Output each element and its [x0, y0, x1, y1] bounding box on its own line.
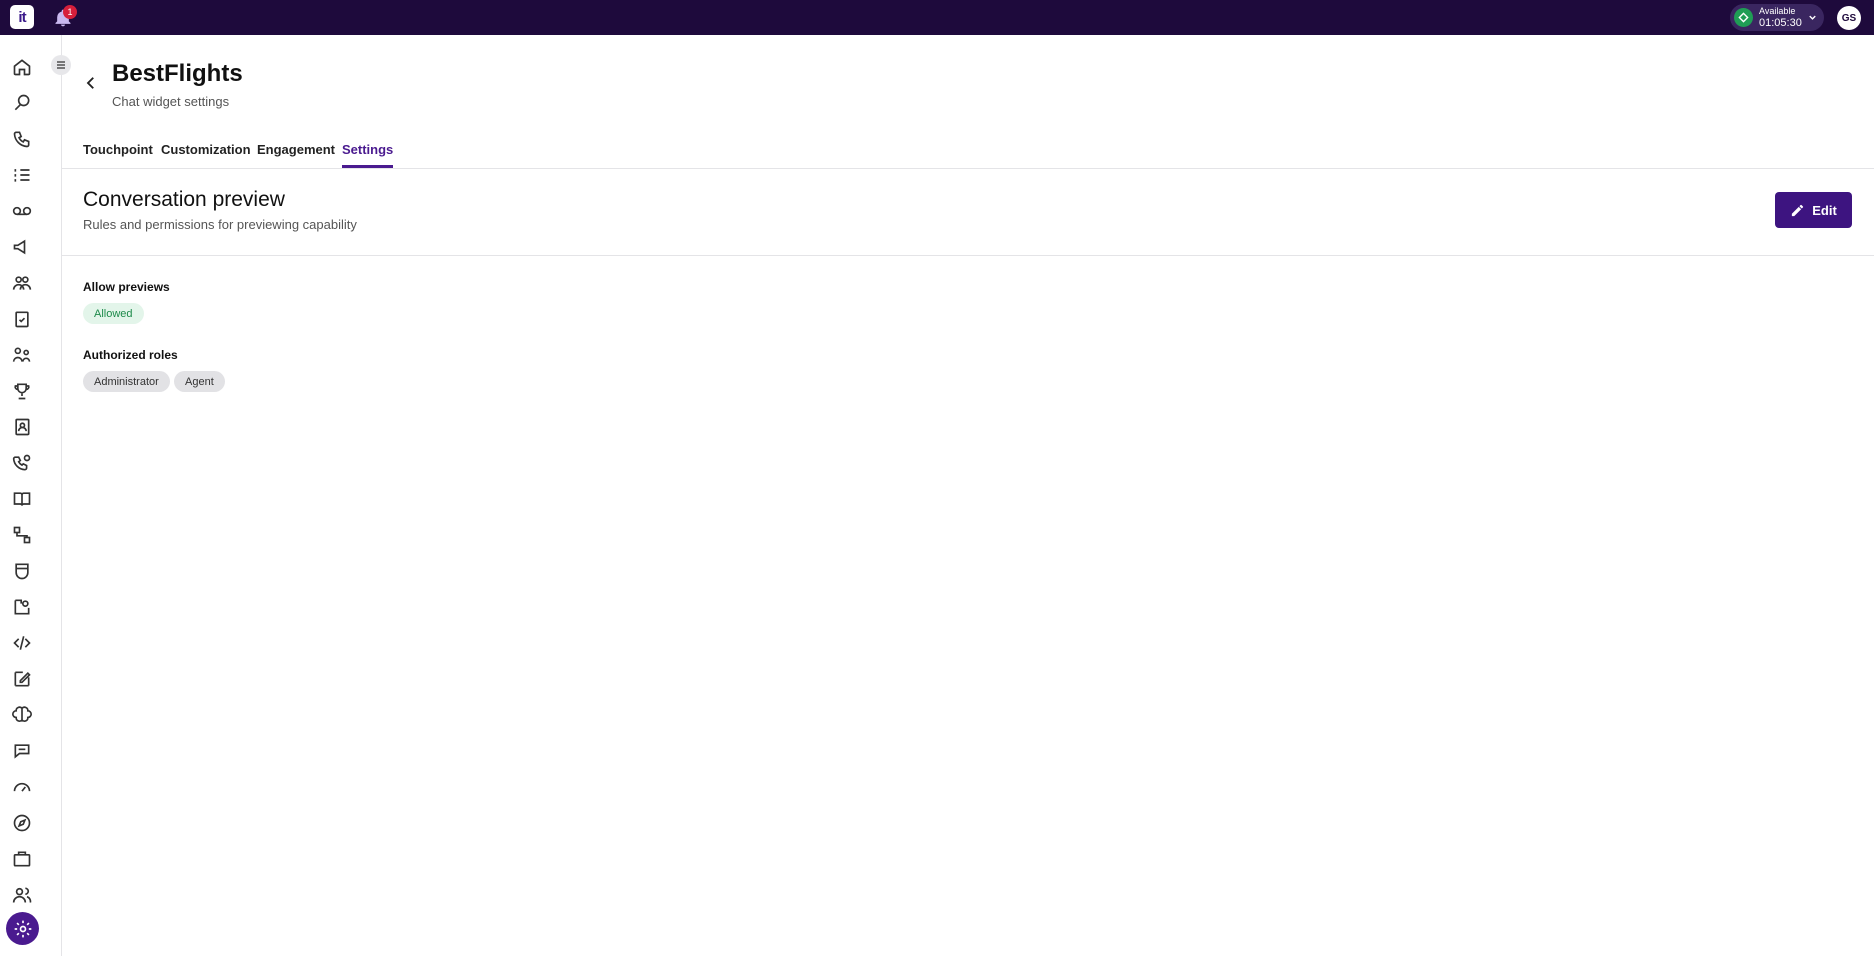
trophy-icon[interactable]	[10, 379, 34, 403]
users-icon[interactable]	[10, 883, 34, 907]
conversations-icon[interactable]	[10, 91, 34, 115]
agent-status-toggle[interactable]: Available 01:05:30	[1730, 4, 1824, 31]
notification-badge: 1	[63, 5, 77, 19]
top-bar: it 1 Available 01:05:30 GS	[0, 0, 1874, 35]
tab-customization[interactable]: Customization	[161, 142, 251, 168]
conversation-preview-header: Conversation preview Rules and permissio…	[62, 169, 1874, 256]
page-title: BestFlights	[112, 60, 243, 87]
tab-settings[interactable]: Settings	[342, 142, 394, 168]
edit-button-label: Edit	[1812, 202, 1837, 218]
code-icon[interactable]	[10, 631, 34, 655]
allow-previews-label: Allow previews	[83, 280, 170, 294]
authorized-roles-label: Authorized roles	[83, 348, 178, 362]
explore-icon[interactable]	[10, 811, 34, 835]
page-subtitle: Chat widget settings	[112, 94, 230, 109]
home-icon[interactable]	[10, 55, 34, 79]
knowledge-icon[interactable]	[10, 487, 34, 511]
integrations-icon[interactable]	[10, 595, 34, 619]
allowed-status-badge: Allowed	[83, 303, 144, 324]
app-logo[interactable]: it	[10, 5, 34, 29]
call-routing-icon[interactable]	[10, 451, 34, 475]
settings-icon[interactable]	[6, 912, 39, 945]
team-icon[interactable]	[10, 343, 34, 367]
voice-icon[interactable]	[10, 127, 34, 151]
status-label: Available	[1759, 5, 1796, 16]
flows-icon[interactable]	[10, 523, 34, 547]
briefcase-icon[interactable]	[10, 847, 34, 871]
role-chip-administrator: Administrator	[83, 371, 170, 392]
campaigns-icon[interactable]	[10, 235, 34, 259]
shield-icon[interactable]	[10, 559, 34, 583]
voicemail-icon[interactable]	[10, 199, 34, 223]
pencil-icon	[1792, 204, 1804, 216]
tab-touchpoint[interactable]: Touchpoint	[83, 142, 153, 168]
contacts-icon[interactable]	[10, 415, 34, 439]
section-title: Conversation preview	[83, 188, 285, 211]
speed-icon[interactable]	[10, 775, 34, 799]
back-arrow-icon[interactable]	[82, 74, 100, 92]
status-timer: 01:05:30	[1759, 16, 1802, 29]
edit-icon[interactable]	[10, 667, 34, 691]
status-available-icon	[1734, 8, 1753, 27]
role-chip-agent: Agent	[174, 371, 225, 392]
chevron-down-icon[interactable]	[1807, 12, 1818, 23]
tab-bar: Touchpoint Customization Engagement Sett…	[62, 140, 1874, 169]
checklist-icon[interactable]	[10, 307, 34, 331]
sidebar-nav	[0, 35, 62, 956]
tasks-list-icon[interactable]	[10, 163, 34, 187]
section-description: Rules and permissions for previewing cap…	[83, 217, 357, 232]
menu-icon	[57, 61, 65, 69]
tab-engagement[interactable]: Engagement	[257, 142, 335, 168]
ai-brain-icon[interactable]	[10, 703, 34, 727]
edit-button[interactable]: Edit	[1775, 192, 1852, 228]
user-avatar[interactable]: GS	[1837, 6, 1861, 30]
people-icon[interactable]	[10, 271, 34, 295]
chat-icon[interactable]	[10, 739, 34, 763]
sidebar-collapse-button[interactable]	[51, 55, 71, 75]
